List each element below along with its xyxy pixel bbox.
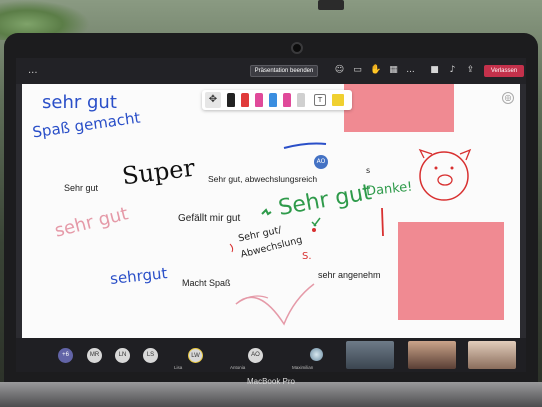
ink-strokes bbox=[229, 142, 472, 326]
window-menu-icon[interactable]: ... bbox=[28, 65, 38, 76]
pig-drawing bbox=[418, 148, 472, 201]
participant-name-lisa: Lisa bbox=[174, 365, 183, 370]
participant-avatar-ao[interactable]: AO bbox=[248, 348, 263, 363]
participant-name-antonia: Antonia bbox=[230, 365, 246, 370]
participant-video-3[interactable] bbox=[468, 341, 516, 369]
whiteboard-canvas[interactable]: ✥ T ◎ sehr gut Spaß gemacht Super sehr g… bbox=[22, 84, 520, 338]
stop-presentation-button[interactable]: Präsentation beenden bbox=[250, 65, 318, 77]
people-icon[interactable]: ☺ bbox=[334, 65, 345, 76]
green-check-stroke bbox=[311, 217, 321, 227]
participant-avatar-lw[interactable]: LW bbox=[188, 348, 203, 363]
chat-icon[interactable]: ▭ bbox=[352, 65, 363, 76]
pink-heart-stroke bbox=[235, 283, 315, 326]
more-icon[interactable]: ... bbox=[405, 65, 416, 76]
blue-line-stroke bbox=[283, 142, 327, 149]
participant-overflow[interactable]: +6 bbox=[58, 348, 73, 363]
laptop-screen: ... Präsentation beenden ☺ ▭ ✋ ▦ ... ■ ♪… bbox=[16, 58, 526, 372]
shelf-object bbox=[318, 0, 344, 10]
green-flower-stroke bbox=[261, 208, 272, 216]
participant-avatar-ln[interactable]: LN bbox=[115, 348, 130, 363]
breakout-icon[interactable]: ▦ bbox=[388, 65, 399, 76]
meeting-toolbar: ... Präsentation beenden ☺ ▭ ✋ ▦ ... ■ ♪… bbox=[16, 58, 526, 84]
red-flower-dot bbox=[312, 228, 316, 232]
participant-avatar-mr[interactable]: MR bbox=[87, 348, 102, 363]
participant-video-2[interactable] bbox=[408, 341, 456, 369]
macbook-label: MacBook Pro bbox=[246, 377, 296, 386]
leave-button[interactable]: Verlassen bbox=[484, 65, 524, 77]
share-icon[interactable]: ⇪ bbox=[465, 65, 476, 76]
participant-photo-maximilian[interactable] bbox=[310, 348, 323, 361]
red-vertical-stroke bbox=[381, 207, 384, 237]
raise-hand-icon[interactable]: ✋ bbox=[370, 65, 381, 76]
participant-avatar-ls[interactable]: LS bbox=[143, 348, 158, 363]
webcam bbox=[291, 42, 303, 54]
camera-icon[interactable]: ■ bbox=[429, 65, 440, 76]
participant-name-maximilian: Maximilian bbox=[292, 365, 314, 370]
red-accent-stroke bbox=[229, 243, 234, 253]
participant-bar: +6 MR LN LS LW Lisa AO Antonia Maximilia… bbox=[16, 338, 526, 372]
participant-video-1[interactable] bbox=[346, 341, 394, 369]
mic-icon[interactable]: ♪ bbox=[447, 65, 458, 76]
